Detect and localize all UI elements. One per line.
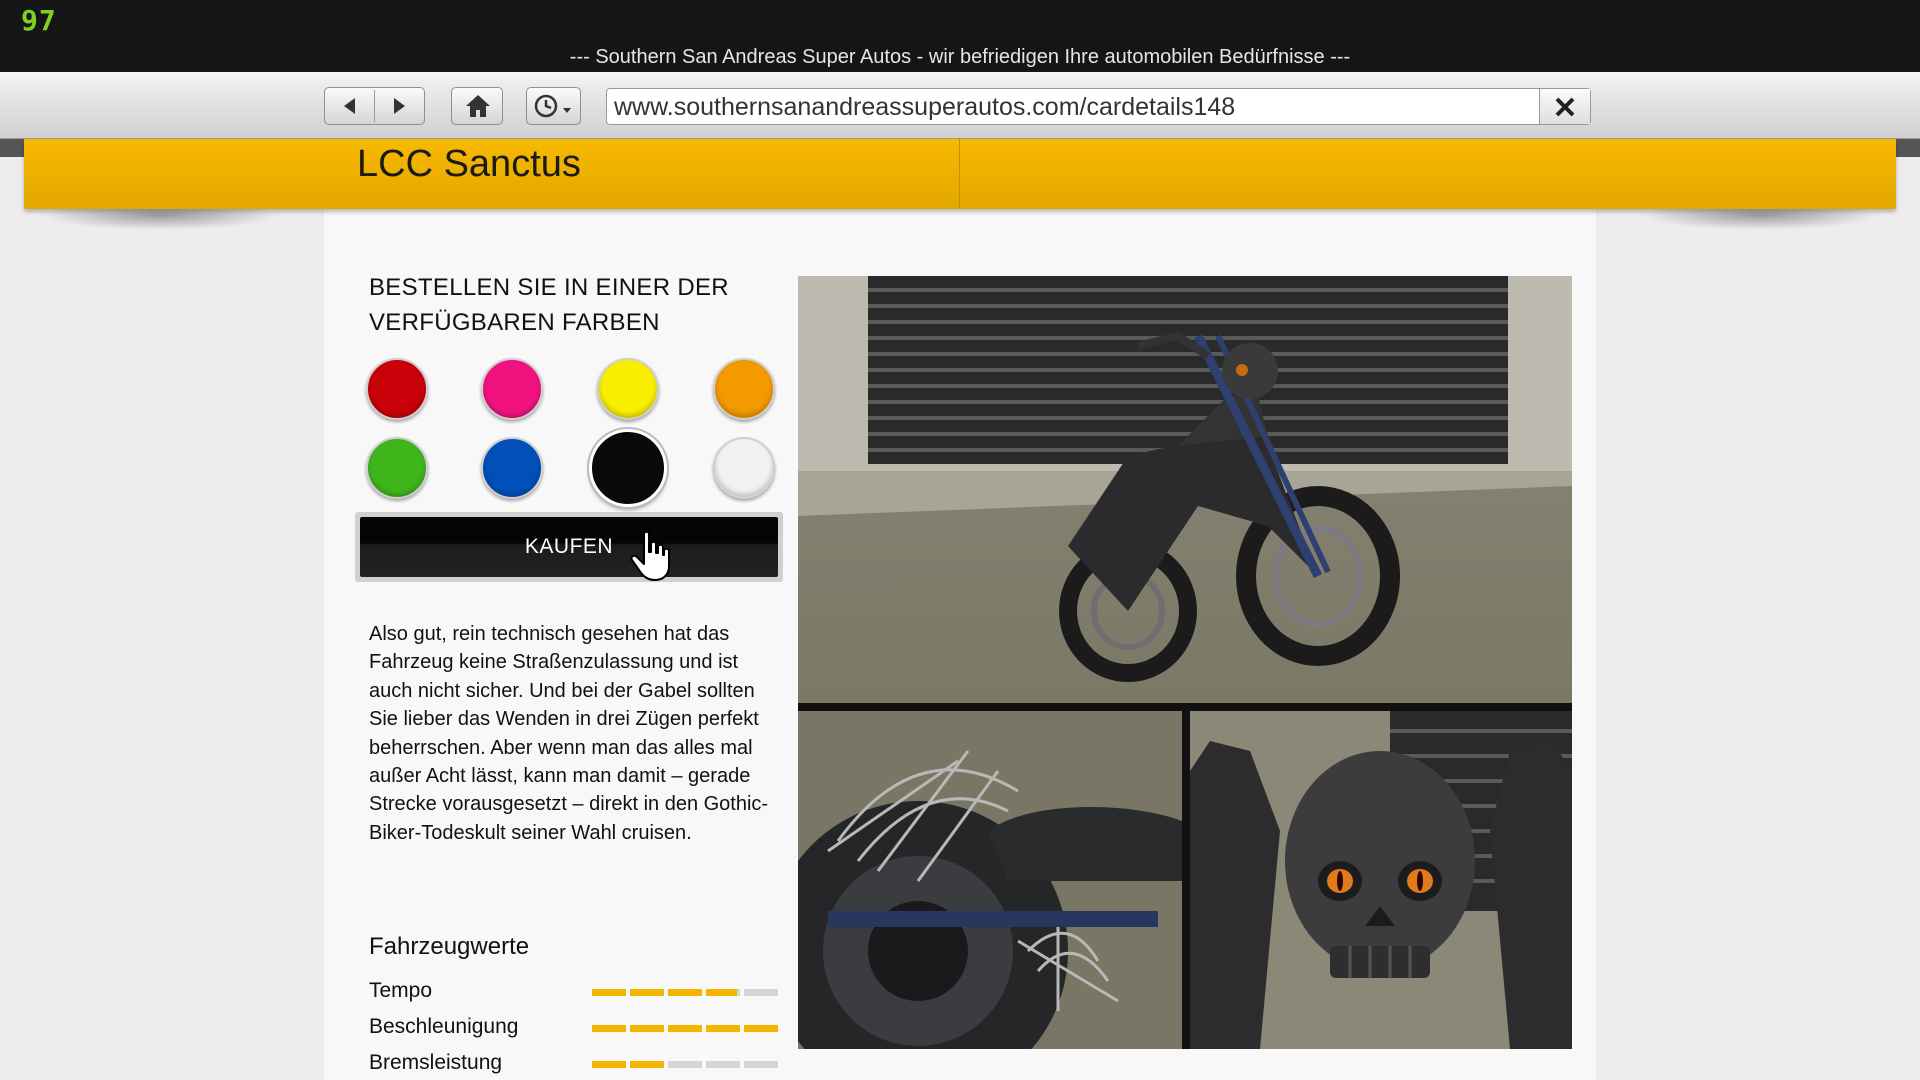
stat-bar-fill — [592, 1061, 626, 1068]
color-swatch-black[interactable] — [589, 429, 667, 507]
stat-bar-segment — [630, 989, 664, 996]
stat-bar-fill — [668, 1025, 702, 1032]
home-button[interactable] — [451, 87, 503, 125]
forward-arrow-icon[interactable] — [388, 95, 410, 117]
stats-heading: Fahrzeugwerte — [369, 933, 530, 960]
divider — [959, 139, 960, 209]
home-icon — [466, 95, 490, 117]
stat-bar-fill — [630, 1025, 664, 1032]
page-edge — [1896, 139, 1920, 157]
stat-bar-segment — [706, 1061, 740, 1068]
color-swatch-green[interactable] — [366, 437, 428, 499]
stat-bar — [592, 1025, 780, 1032]
buy-button-frame: KAUFEN — [355, 512, 783, 582]
divider — [374, 90, 375, 122]
stat-bar-segment — [744, 989, 778, 996]
stat-bar-fill — [592, 1025, 626, 1032]
stat-bar-segment — [630, 1061, 664, 1068]
buy-button[interactable]: KAUFEN — [360, 517, 778, 577]
stat-bar-fill — [706, 1025, 740, 1032]
color-swatch-red[interactable] — [366, 358, 428, 420]
title-bar: 97 --- Southern San Andreas Super Autos … — [0, 0, 1920, 72]
nav-button-group — [324, 87, 425, 125]
stat-bar-segment — [706, 989, 740, 996]
stat-bar-fill — [668, 989, 702, 996]
heading-line: BESTELLEN SIE IN EINER DER — [369, 274, 729, 301]
vehicle-title: LCC Sanctus — [357, 143, 581, 185]
stat-bar-segment — [744, 1061, 778, 1068]
heading-line: VERFÜGBAREN FARBEN — [369, 309, 660, 336]
clear-url-button[interactable] — [1539, 89, 1590, 124]
stat-bar-segment — [592, 989, 626, 996]
vehicle-photo-detail-skull — [1190, 711, 1572, 1049]
stat-bar-segment — [706, 1025, 740, 1032]
vehicle-photo-main — [798, 276, 1572, 703]
fps-counter: 97 — [21, 4, 57, 37]
color-order-heading: BESTELLEN SIE IN EINER DER VERFÜGBAREN F… — [369, 270, 789, 340]
stat-label: Tempo — [369, 979, 433, 1002]
stat-bar-segment — [592, 1061, 626, 1068]
stat-bar-segment — [592, 1025, 626, 1032]
color-swatch-pink[interactable] — [481, 358, 543, 420]
hand-cursor-icon — [630, 530, 670, 581]
stat-bar-segment — [668, 1061, 702, 1068]
stat-bar-fill — [744, 1025, 778, 1032]
window-title: --- Southern San Andreas Super Autos - w… — [569, 46, 1351, 68]
stat-bar-segment — [630, 1025, 664, 1032]
color-swatch-white[interactable] — [713, 437, 775, 499]
header-banner: LCC Sanctus — [24, 139, 1896, 209]
stat-bar-fill — [630, 1061, 664, 1068]
stat-bar-segment — [744, 1025, 778, 1032]
stat-bar-fill — [592, 989, 626, 996]
photo-divider — [798, 703, 1572, 711]
page-edge — [0, 139, 24, 157]
stat-bar — [592, 1061, 780, 1068]
photo-divider — [1182, 711, 1190, 1049]
vehicle-photo-detail-seat — [798, 711, 1182, 1049]
stat-bar — [592, 989, 780, 996]
stat-bar-fill — [706, 989, 737, 996]
stat-bar-segment — [668, 1025, 702, 1032]
history-clock-icon — [534, 94, 571, 118]
color-swatch-orange[interactable] — [713, 358, 775, 420]
stat-label: Beschleunigung — [369, 1015, 519, 1038]
stat-label: Bremsleistung — [369, 1051, 503, 1074]
url-text[interactable]: www.southernsanandreassuperautos.com/car… — [614, 93, 1235, 122]
history-button[interactable] — [526, 87, 581, 125]
color-swatch-blue[interactable] — [481, 437, 543, 499]
address-bar[interactable]: www.southernsanandreassuperautos.com/car… — [606, 88, 1591, 125]
stat-bar-segment — [668, 989, 702, 996]
browser-toolbar: www.southernsanandreassuperautos.com/car… — [0, 72, 1920, 139]
vehicle-description: Also gut, rein technisch gesehen hat das… — [369, 623, 769, 844]
close-icon — [1555, 97, 1575, 117]
back-arrow-icon[interactable] — [339, 95, 361, 117]
color-swatch-yellow[interactable] — [597, 358, 659, 420]
stat-bar-fill — [630, 989, 664, 996]
